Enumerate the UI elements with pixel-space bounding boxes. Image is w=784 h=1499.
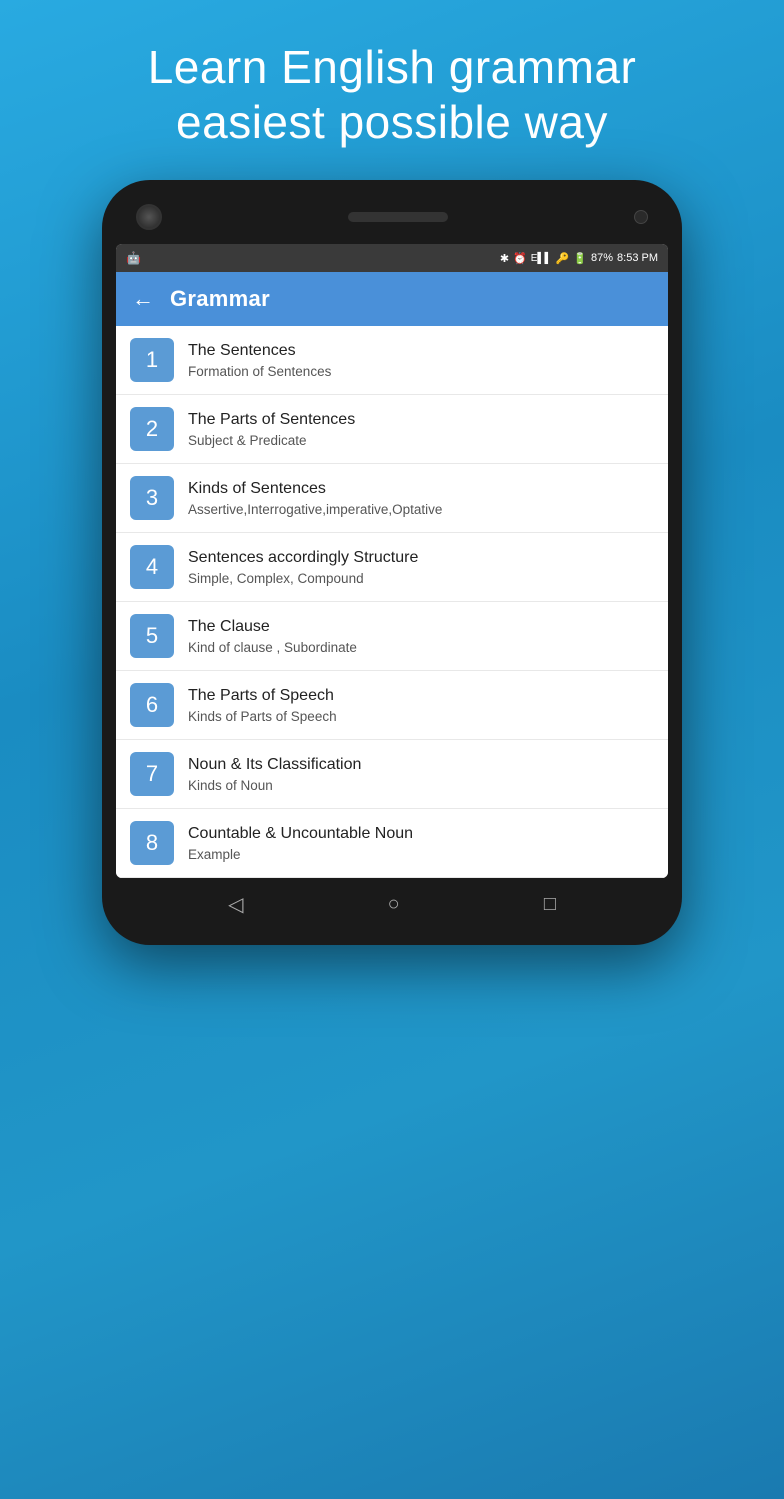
app-bar: ← Grammar xyxy=(116,272,668,326)
phone-sensor xyxy=(634,210,648,224)
time-display: 8:53 PM xyxy=(617,252,658,264)
item-number-6: 6 xyxy=(130,683,174,727)
item-text-2: The Parts of Sentences Subject & Predica… xyxy=(188,410,355,449)
app-bar-title: Grammar xyxy=(170,286,270,312)
item-text-3: Kinds of Sentences Assertive,Interrogati… xyxy=(188,479,442,518)
recent-nav-icon[interactable]: □ xyxy=(544,893,556,916)
list-item-8[interactable]: 8 Countable & Uncountable Noun Example xyxy=(116,809,668,878)
item-subtitle-3: Assertive,Interrogative,imperative,Optat… xyxy=(188,501,442,519)
hero-text: Learn English grammar easiest possible w… xyxy=(88,0,697,180)
menu-list: 1 The Sentences Formation of Sentences 2… xyxy=(116,326,668,878)
back-nav-icon[interactable]: ◁ xyxy=(228,892,243,917)
bluetooth-icon: ✱ xyxy=(500,252,509,265)
item-subtitle-5: Kind of clause , Subordinate xyxy=(188,639,357,657)
list-item-6[interactable]: 6 The Parts of Speech Kinds of Parts of … xyxy=(116,671,668,740)
item-number-2: 2 xyxy=(130,407,174,451)
list-item-5[interactable]: 5 The Clause Kind of clause , Subordinat… xyxy=(116,602,668,671)
phone-speaker xyxy=(348,212,448,222)
item-title-6: The Parts of Speech xyxy=(188,686,337,707)
item-number-3: 3 xyxy=(130,476,174,520)
item-text-6: The Parts of Speech Kinds of Parts of Sp… xyxy=(188,686,337,725)
item-subtitle-2: Subject & Predicate xyxy=(188,432,355,450)
hero-line1: Learn English grammar xyxy=(148,41,637,93)
list-item-3[interactable]: 3 Kinds of Sentences Assertive,Interroga… xyxy=(116,464,668,533)
item-text-7: Noun & Its Classification Kinds of Noun xyxy=(188,755,361,794)
list-item-1[interactable]: 1 The Sentences Formation of Sentences xyxy=(116,326,668,395)
phone-screen: 🤖 ✱ ⏰ E▌▌ 🔑 🔋 87% 8:53 PM ← Grammar 1 Th… xyxy=(116,244,668,878)
list-item-4[interactable]: 4 Sentences accordingly Structure Simple… xyxy=(116,533,668,602)
battery-percent: 87% xyxy=(591,252,613,264)
item-text-1: The Sentences Formation of Sentences xyxy=(188,341,331,380)
item-number-8: 8 xyxy=(130,821,174,865)
phone-mockup: 🤖 ✱ ⏰ E▌▌ 🔑 🔋 87% 8:53 PM ← Grammar 1 Th… xyxy=(102,180,682,945)
key-icon: 🔑 xyxy=(556,252,570,265)
alarm-icon: ⏰ xyxy=(513,252,527,265)
item-title-4: Sentences accordingly Structure xyxy=(188,548,418,569)
item-title-2: The Parts of Sentences xyxy=(188,410,355,431)
phone-camera xyxy=(136,204,162,230)
android-icon: 🤖 xyxy=(126,251,141,265)
item-subtitle-1: Formation of Sentences xyxy=(188,363,331,381)
item-text-8: Countable & Uncountable Noun Example xyxy=(188,824,413,863)
item-number-1: 1 xyxy=(130,338,174,382)
item-number-4: 4 xyxy=(130,545,174,589)
phone-top-bar xyxy=(116,198,668,244)
status-left: 🤖 xyxy=(126,251,143,265)
item-number-5: 5 xyxy=(130,614,174,658)
signal-icon: E▌▌ xyxy=(531,253,552,264)
item-title-3: Kinds of Sentences xyxy=(188,479,442,500)
item-title-8: Countable & Uncountable Noun xyxy=(188,824,413,845)
home-nav-icon[interactable]: ○ xyxy=(388,893,400,916)
status-right: ✱ ⏰ E▌▌ 🔑 🔋 87% 8:53 PM xyxy=(500,252,658,265)
list-item-2[interactable]: 2 The Parts of Sentences Subject & Predi… xyxy=(116,395,668,464)
item-number-7: 7 xyxy=(130,752,174,796)
item-subtitle-6: Kinds of Parts of Speech xyxy=(188,708,337,726)
status-bar: 🤖 ✱ ⏰ E▌▌ 🔑 🔋 87% 8:53 PM xyxy=(116,244,668,272)
list-item-7[interactable]: 7 Noun & Its Classification Kinds of Nou… xyxy=(116,740,668,809)
item-subtitle-7: Kinds of Noun xyxy=(188,777,361,795)
hero-line2: easiest possible way xyxy=(176,96,608,148)
phone-bottom-bar: ◁ ○ □ xyxy=(116,878,668,923)
item-title-1: The Sentences xyxy=(188,341,331,362)
battery-icon: 🔋 xyxy=(573,252,587,265)
back-button[interactable]: ← xyxy=(132,286,154,312)
item-title-5: The Clause xyxy=(188,617,357,638)
item-text-5: The Clause Kind of clause , Subordinate xyxy=(188,617,357,656)
item-subtitle-8: Example xyxy=(188,846,413,864)
item-text-4: Sentences accordingly Structure Simple, … xyxy=(188,548,418,587)
item-title-7: Noun & Its Classification xyxy=(188,755,361,776)
item-subtitle-4: Simple, Complex, Compound xyxy=(188,570,418,588)
